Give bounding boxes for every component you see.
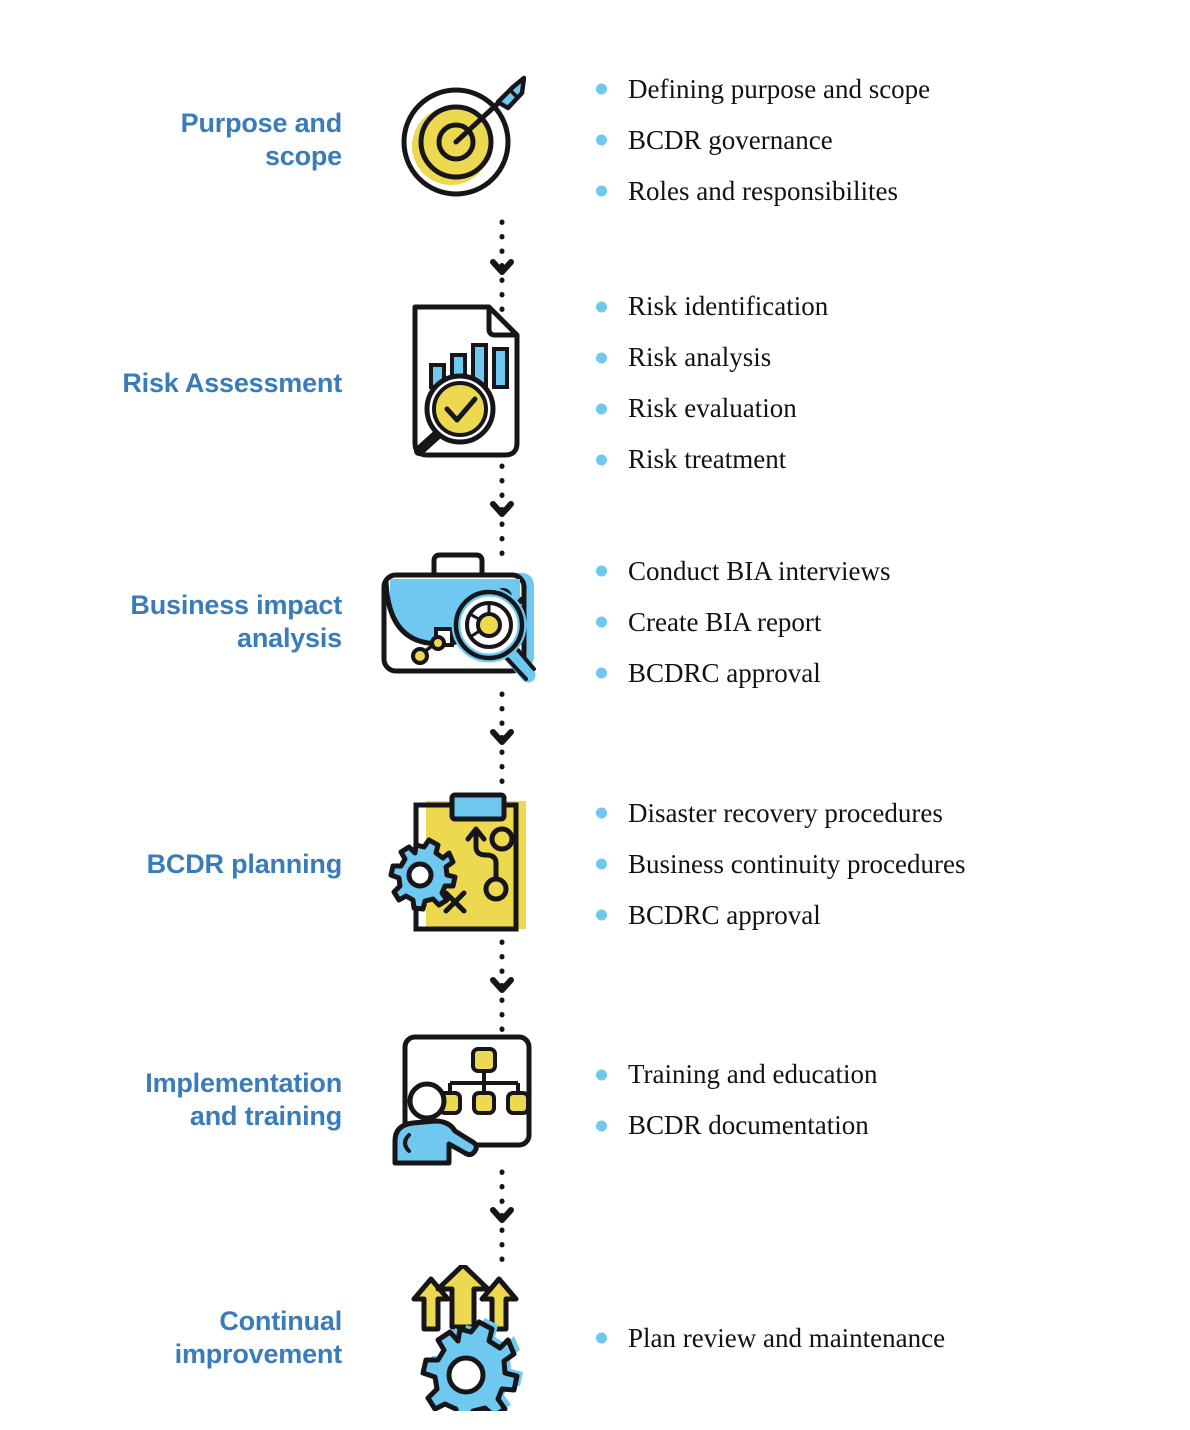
- list-item: Training and education: [588, 1061, 1190, 1088]
- bullet-dot-icon: [596, 667, 607, 679]
- stage-title-risk-assessment: Risk Assessment: [0, 367, 360, 400]
- bullet-dot-icon: [596, 83, 607, 95]
- stage-icon-wrapper: [360, 789, 560, 939]
- bullet-dot-icon: [596, 1069, 607, 1080]
- list-item: Risk identification: [588, 293, 1190, 320]
- stage-icon-wrapper: [360, 74, 560, 206]
- stage-implementation-and-training: Implementation and training Training and…: [0, 1030, 1190, 1170]
- bullet-dot-icon: [596, 909, 607, 921]
- bullet-text: BCDRC approval: [628, 899, 821, 930]
- stage-bcdr-planning: BCDR planning Disaster recovery procedur…: [0, 790, 1190, 938]
- connector-3: [487, 690, 517, 796]
- bullet-text: Roles and responsibilites: [628, 175, 898, 206]
- stage-title-line-1: Implementation: [145, 1068, 342, 1099]
- stage-title-line-1: Risk Assessment: [122, 367, 342, 398]
- connector-2: [487, 462, 517, 558]
- bullet-dot-icon: [596, 134, 607, 146]
- stage-bullets-bcdr-planning: Disaster recovery procedures Business co…: [560, 797, 1190, 930]
- bullet-list: Disaster recovery procedures Business co…: [588, 797, 1190, 930]
- list-item: Plan review and maintenance: [588, 1322, 1190, 1353]
- stage-icon-wrapper: [360, 303, 560, 463]
- stage-bullets-purpose-and-scope: Defining purpose and scope BCDR governan…: [560, 73, 1190, 206]
- stage-title-business-impact-analysis: Business impact analysis: [0, 589, 360, 655]
- bullet-dot-icon: [596, 301, 607, 312]
- connector-4: [487, 938, 517, 1038]
- bullet-text: Risk treatment: [628, 444, 787, 474]
- bullet-list: Risk identification Risk analysis Risk e…: [588, 293, 1190, 473]
- bullet-text: BCDR governance: [628, 124, 833, 155]
- stage-business-impact-analysis: Business impact analysis Conduct BIA int…: [0, 552, 1190, 692]
- bullet-dot-icon: [596, 454, 607, 465]
- bullet-dot-icon: [596, 1332, 607, 1344]
- bullet-list: Conduct BIA interviews Create BIA report…: [588, 555, 1190, 688]
- bullet-text: Risk evaluation: [628, 393, 797, 423]
- bullet-text: Risk analysis: [628, 342, 772, 372]
- stage-continual-improvement: Continual improvement Plan review and ma…: [0, 1265, 1190, 1411]
- stage-title-line-2: scope: [264, 141, 342, 171]
- bullet-text: Disaster recovery procedures: [628, 797, 943, 828]
- gear-up-arrows-icon: [411, 1265, 523, 1411]
- bullet-dot-icon: [596, 1120, 607, 1131]
- list-item: BCDRC approval: [588, 899, 1190, 930]
- stage-title-continual-improvement: Continual improvement: [0, 1305, 360, 1371]
- bullet-text: Defining purpose and scope: [628, 73, 931, 104]
- stage-title-line-2: and training: [189, 1101, 342, 1131]
- bullet-list: Plan review and maintenance: [588, 1322, 1190, 1353]
- bullet-text: Plan review and maintenance: [628, 1322, 946, 1353]
- presenter-whiteboard-icon: [392, 1034, 532, 1166]
- stage-title-implementation-and-training: Implementation and training: [0, 1067, 360, 1133]
- list-item: Risk treatment: [588, 446, 1190, 473]
- bullet-text: Create BIA report: [628, 606, 822, 637]
- list-item: Conduct BIA interviews: [588, 555, 1190, 586]
- bullet-text: Business continuity procedures: [628, 848, 966, 879]
- connector-5: [487, 1168, 517, 1268]
- target-arrow-icon: [401, 75, 526, 197]
- list-item: BCDRC approval: [588, 657, 1190, 688]
- stage-bullets-risk-assessment: Risk identification Risk analysis Risk e…: [560, 293, 1190, 473]
- list-item: Risk evaluation: [588, 395, 1190, 422]
- stage-bullets-implementation-and-training: Training and education BCDR documentatio…: [560, 1061, 1190, 1139]
- list-item: Business continuity procedures: [588, 848, 1190, 879]
- bullet-list: Training and education BCDR documentatio…: [588, 1061, 1190, 1139]
- bullet-dot-icon: [596, 185, 607, 197]
- stage-title-line-2: improvement: [174, 1339, 343, 1369]
- stage-bullets-continual-improvement: Plan review and maintenance: [560, 1322, 1190, 1353]
- document-chart-magnifier-icon: [412, 304, 520, 458]
- bullet-dot-icon: [596, 403, 607, 414]
- bullet-text: Training and education: [628, 1059, 878, 1089]
- bullet-list: Defining purpose and scope BCDR governan…: [588, 73, 1190, 206]
- bcdr-process-flow-diagram: Purpose and scope Defining purpose and s…: [0, 0, 1190, 1430]
- stage-risk-assessment: Risk Assessment Risk identification Risk…: [0, 293, 1190, 473]
- list-item: Defining purpose and scope: [588, 73, 1190, 104]
- bullet-dot-icon: [596, 565, 607, 577]
- bullet-text: Risk identification: [628, 291, 829, 321]
- bullet-dot-icon: [596, 352, 607, 363]
- briefcase-magnifier-icon: [381, 552, 536, 683]
- bullet-text: Conduct BIA interviews: [628, 555, 891, 586]
- stage-title-line-1: Business impact: [130, 590, 342, 621]
- stage-icon-wrapper: [360, 1265, 560, 1411]
- stage-title-line-1: Purpose and: [180, 108, 343, 139]
- bullet-dot-icon: [596, 616, 607, 628]
- stage-title-bcdr-planning: BCDR planning: [0, 848, 360, 881]
- list-item: Roles and responsibilites: [588, 175, 1190, 206]
- stage-purpose-and-scope: Purpose and scope Defining purpose and s…: [0, 60, 1190, 220]
- bullet-dot-icon: [596, 858, 607, 870]
- bullet-dot-icon: [596, 807, 607, 819]
- list-item: BCDR governance: [588, 124, 1190, 155]
- stage-title-line-1: Continual: [219, 1306, 342, 1337]
- list-item: Risk analysis: [588, 344, 1190, 371]
- list-item: BCDR documentation: [588, 1112, 1190, 1139]
- stage-title-purpose-and-scope: Purpose and scope: [0, 107, 360, 173]
- stage-bullets-business-impact-analysis: Conduct BIA interviews Create BIA report…: [560, 555, 1190, 688]
- bullet-text: BCDR documentation: [628, 1110, 869, 1140]
- stage-icon-wrapper: [360, 1029, 560, 1171]
- stage-title-line-1: BCDR planning: [146, 848, 343, 879]
- list-item: Create BIA report: [588, 606, 1190, 637]
- stage-icon-wrapper: [360, 551, 560, 693]
- bullet-text: BCDRC approval: [628, 657, 821, 688]
- clipboard-strategy-gear-icon: [388, 792, 526, 932]
- list-item: Disaster recovery procedures: [588, 797, 1190, 828]
- stage-title-line-2: analysis: [237, 623, 342, 653]
